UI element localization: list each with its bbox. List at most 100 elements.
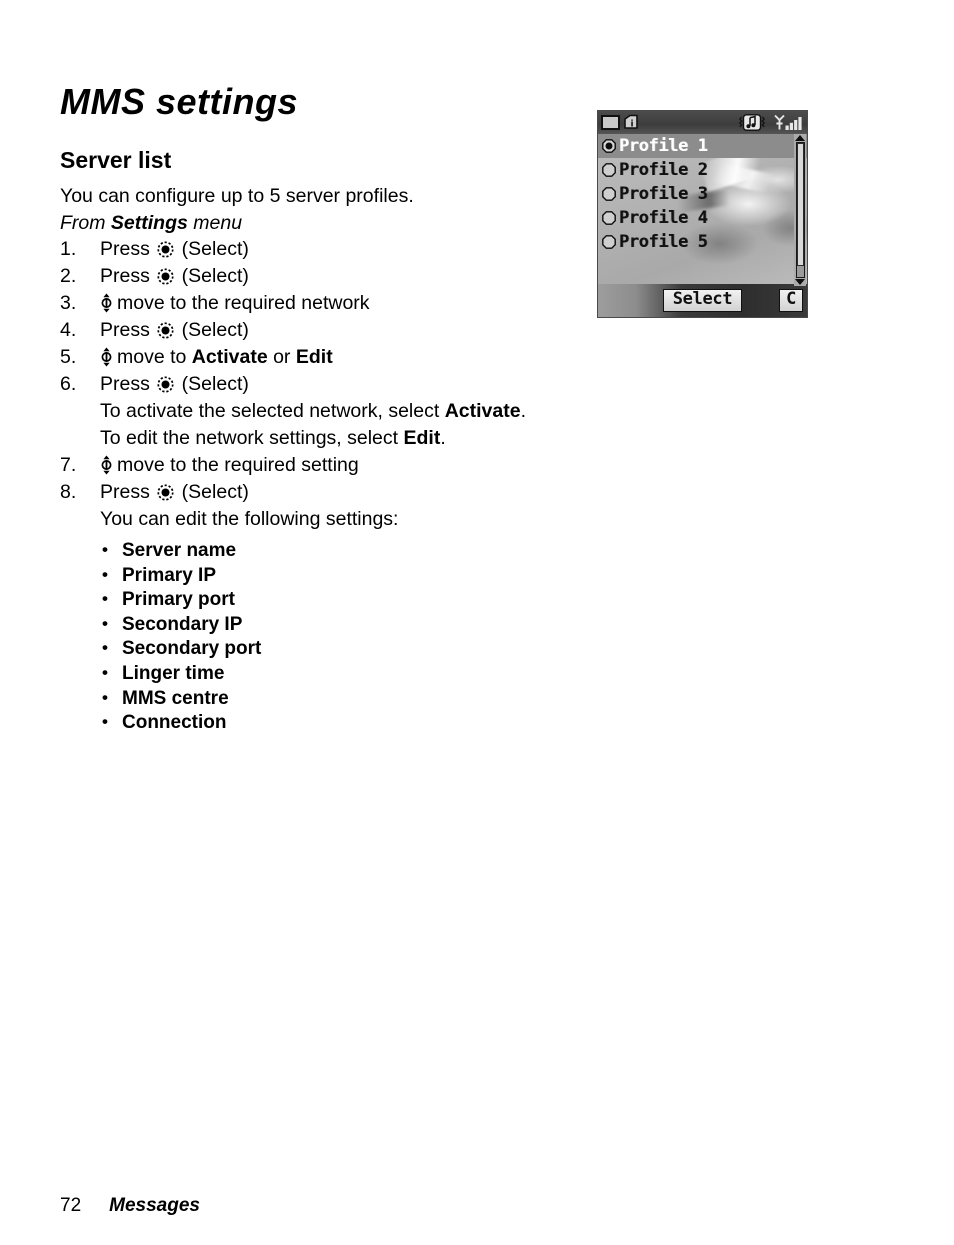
phone-status-bar: i xyxy=(598,111,807,134)
radio-empty-icon[interactable] xyxy=(602,163,616,177)
phone-profile-label: Profile 4 xyxy=(619,207,708,228)
step-tail: (Select) xyxy=(176,319,249,341)
step-6: 6. Press (Select) xyxy=(60,371,580,398)
battery-icon xyxy=(601,115,620,130)
setting-item: Primary port xyxy=(100,587,580,613)
step-text-mid: or xyxy=(267,346,296,368)
phone-profile-row-1[interactable]: Profile 1 xyxy=(598,134,807,158)
select-key-icon xyxy=(157,376,174,393)
softkey-clear[interactable]: C xyxy=(779,289,803,312)
note-activate-post: . xyxy=(520,400,526,422)
radio-empty-icon[interactable] xyxy=(602,211,616,225)
phone-profile-row-2[interactable]: Profile 2 xyxy=(598,158,807,182)
step-verb: Press xyxy=(100,265,156,287)
step-text: move to the required setting xyxy=(117,454,359,476)
setting-item: Linger time xyxy=(100,661,580,687)
step-number: 6. xyxy=(60,373,77,395)
note-activate-bold: Activate xyxy=(444,400,521,422)
joystick-updown-icon xyxy=(100,455,113,475)
step-number: 3. xyxy=(60,292,77,314)
phone-profile-label: Profile 2 xyxy=(619,159,708,180)
step-number: 4. xyxy=(60,319,77,341)
step-8-note: You can edit the following settings: xyxy=(100,508,399,530)
body-content: You can configure up to 5 server profile… xyxy=(60,183,580,736)
procedure-steps: 1. Press (Select) 2. Press (Select) 3. move… xyxy=(60,236,580,533)
select-key-icon xyxy=(157,322,174,339)
select-key-icon xyxy=(157,241,174,258)
step-number: 2. xyxy=(60,265,77,287)
step-verb: Press xyxy=(100,481,156,503)
radio-filled-icon[interactable] xyxy=(602,139,616,153)
from-menu-prefix: From xyxy=(60,211,111,234)
radio-empty-icon[interactable] xyxy=(602,235,616,249)
status-bar-right-group xyxy=(739,114,807,131)
scrollbar-thumb[interactable] xyxy=(796,143,804,267)
step-tail: (Select) xyxy=(176,481,249,503)
svg-text:i: i xyxy=(630,120,633,130)
setting-item: Secondary port xyxy=(100,636,580,662)
editable-settings-list: Server name Primary IP Primary port Seco… xyxy=(60,538,580,736)
status-bar-left-group: i xyxy=(598,114,640,131)
phone-profile-row-4[interactable]: Profile 4 xyxy=(598,206,807,230)
page-footer: 72 Messages xyxy=(60,1195,200,1217)
step-bold-edit: Edit xyxy=(295,346,333,368)
note-activate-pre: To activate the selected network, select xyxy=(100,400,445,422)
radio-empty-icon[interactable] xyxy=(602,187,616,201)
step-tail: (Select) xyxy=(176,238,249,260)
step-number: 1. xyxy=(60,238,77,260)
step-number: 5. xyxy=(60,346,77,368)
footer-section-name: Messages xyxy=(109,1195,200,1216)
step-verb: Press xyxy=(100,373,156,395)
step-number: 7. xyxy=(60,454,77,476)
step-1: 1. Press (Select) xyxy=(60,236,580,263)
note-edit-bold: Edit xyxy=(403,427,441,449)
phone-profile-label: Profile 3 xyxy=(619,183,708,204)
step-tail: (Select) xyxy=(176,373,249,395)
from-menu-suffix: menu xyxy=(187,211,243,234)
phone-profile-label: Profile 1 xyxy=(619,135,708,156)
step-8: 8. Press (Select) xyxy=(60,479,580,506)
step-text: move to the required network xyxy=(117,292,370,314)
page-title: MMS settings xyxy=(60,81,299,122)
scroll-down-arrow-icon[interactable] xyxy=(795,279,805,285)
softkey-select[interactable]: Select xyxy=(662,289,743,312)
step-6-note-edit: To edit the network settings, select Edi… xyxy=(60,425,580,452)
step-7: 7. move to the required setting xyxy=(60,452,580,479)
vibrate-music-icon xyxy=(739,114,765,131)
scroll-up-arrow-icon[interactable] xyxy=(795,135,805,141)
setting-item: Server name xyxy=(100,538,580,564)
joystick-updown-icon xyxy=(100,293,113,313)
step-bold-activate: Activate xyxy=(191,346,268,368)
step-4: 4. Press (Select) xyxy=(60,317,580,344)
step-2: 2. Press (Select) xyxy=(60,263,580,290)
setting-item: Secondary IP xyxy=(100,612,580,638)
footer-page-number: 72 xyxy=(60,1195,82,1216)
note-edit-post: . xyxy=(440,427,446,449)
section-heading: Server list xyxy=(60,147,172,173)
joystick-updown-icon xyxy=(100,347,113,367)
phone-profile-row-5[interactable]: Profile 5 xyxy=(598,230,807,254)
setting-item: Primary IP xyxy=(100,563,580,589)
select-key-icon xyxy=(157,484,174,501)
step-number: 8. xyxy=(60,481,77,503)
intro-paragraph: You can configure up to 5 server profile… xyxy=(60,185,414,207)
info-icon: i xyxy=(623,114,640,131)
phone-scrollbar[interactable] xyxy=(794,134,806,286)
scrollbar-track[interactable] xyxy=(795,142,805,278)
setting-item: MMS centre xyxy=(100,686,580,712)
signal-strength-icon xyxy=(773,114,803,131)
setting-item: Connection xyxy=(100,710,580,736)
step-tail: (Select) xyxy=(176,265,249,287)
step-verb: Press xyxy=(100,319,156,341)
step-text-pre: move to xyxy=(117,346,192,368)
manual-page: MMS settings Server list You can configu… xyxy=(0,0,954,1245)
from-menu-bold: Settings xyxy=(110,211,188,234)
step-3: 3. move to the required network xyxy=(60,290,580,317)
step-verb: Press xyxy=(100,238,156,260)
phone-profile-row-3[interactable]: Profile 3 xyxy=(598,182,807,206)
select-key-icon xyxy=(157,268,174,285)
phone-screenshot: i Profile 1 Profile 2 Profile 3 Profile … xyxy=(597,110,808,318)
step-6-note-activate: To activate the selected network, select… xyxy=(60,398,580,425)
step-5: 5. move to Activate or Edit xyxy=(60,344,580,371)
from-menu-line: From Settings menu xyxy=(60,210,580,237)
